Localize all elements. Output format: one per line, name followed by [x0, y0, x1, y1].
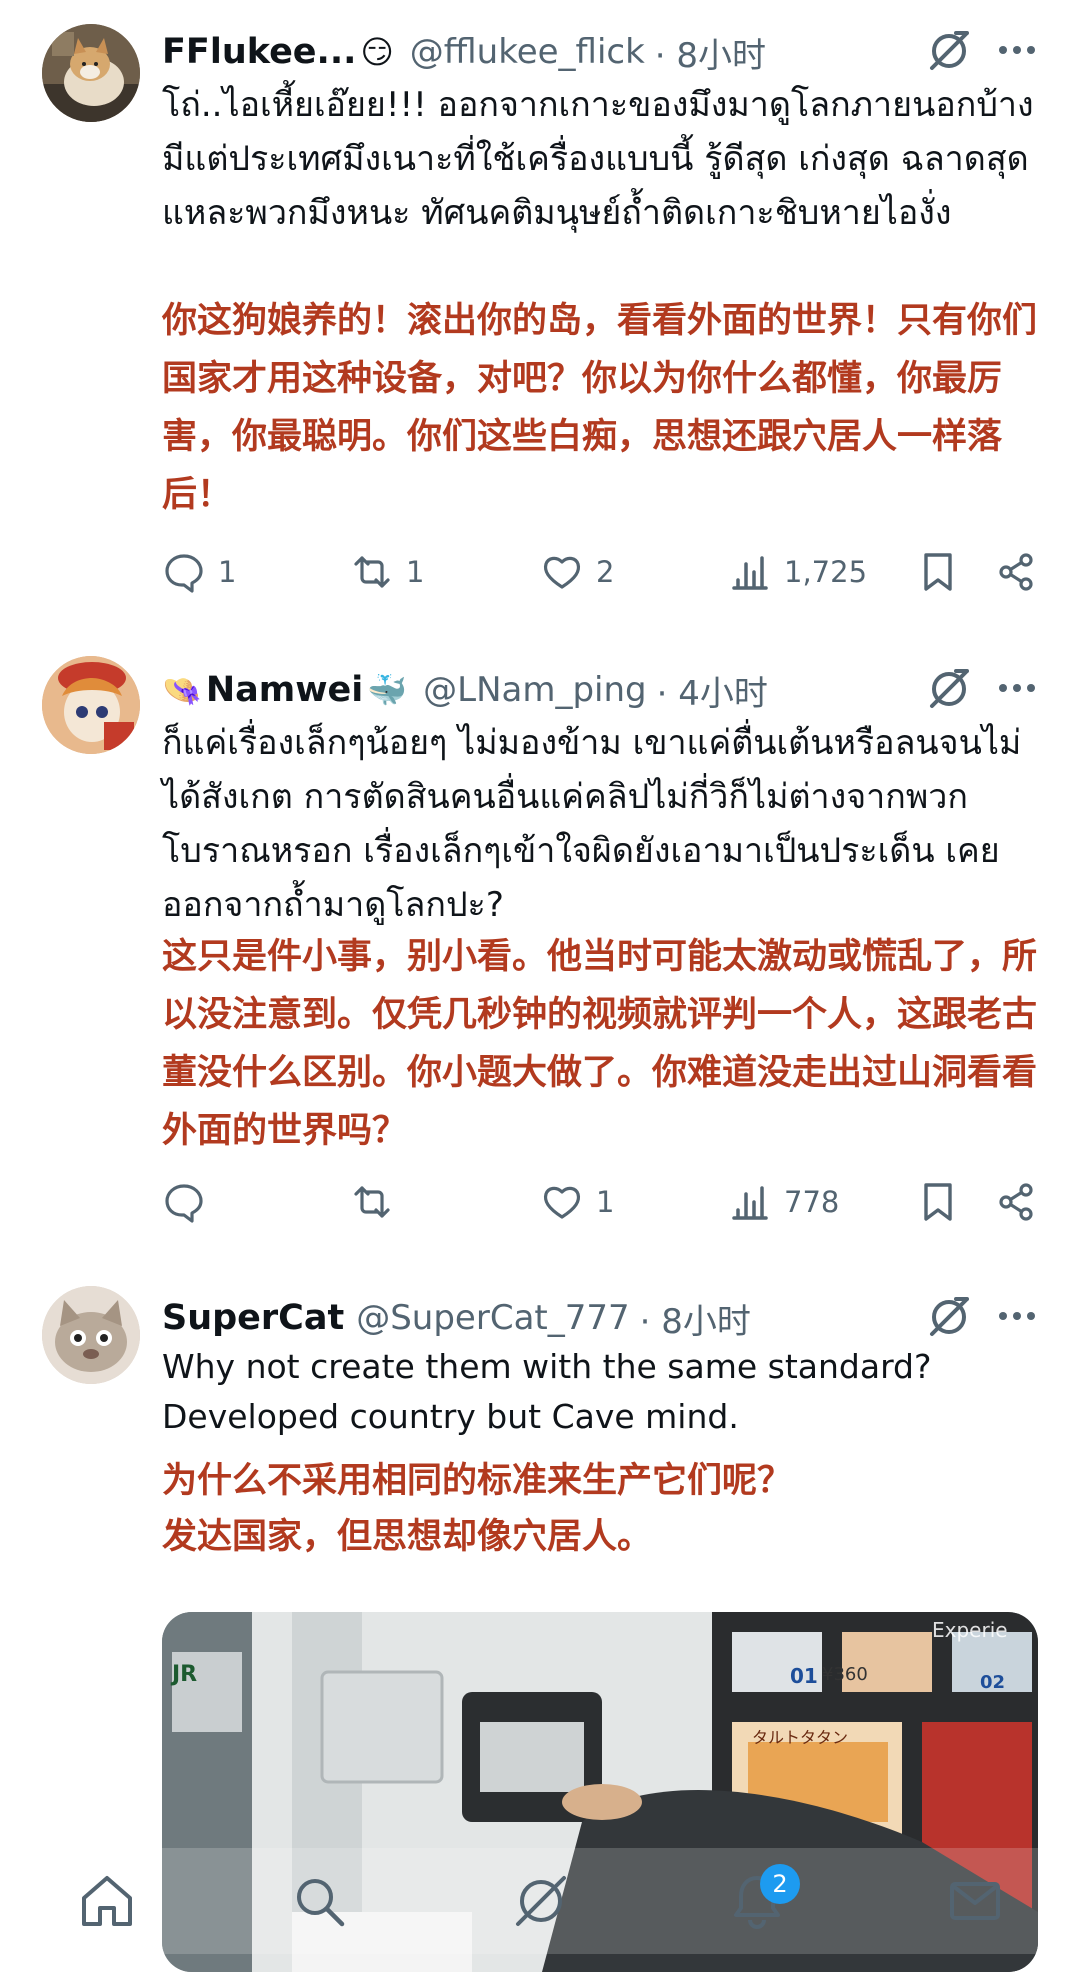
- timestamp[interactable]: · 8小时: [655, 28, 766, 77]
- post-text: โถ่..ไอเหี้ยเอ๊ยย!!! ออกจากเกาะของมึงมาด…: [162, 85, 1034, 233]
- bookmark-button[interactable]: [916, 542, 960, 602]
- mail-icon[interactable]: [944, 1870, 1006, 1932]
- repost-button[interactable]: [350, 1172, 406, 1232]
- translation-line-1: 为什么不采用相同的标准来生产它们呢？: [162, 1461, 793, 1501]
- display-name[interactable]: Namwei: [206, 670, 363, 710]
- grok-icon[interactable]: [926, 1294, 972, 1340]
- action-bar: 1 1 2 1,725: [0, 542, 1080, 602]
- share-icon: [999, 553, 1033, 591]
- post-text: ก็แค่เรื่องเล็กๆน้อยๆ ไม่มองข้าม เขาแค่ต…: [162, 723, 1022, 925]
- media-jr-label: JR: [172, 1662, 198, 1687]
- views-button[interactable]: 1,725: [728, 542, 867, 602]
- bookmark-icon: [924, 553, 952, 591]
- avatar[interactable]: [42, 24, 140, 122]
- bookmark-button[interactable]: [916, 1172, 960, 1232]
- display-name[interactable]: FFlukee...: [162, 32, 356, 72]
- home-icon[interactable]: [76, 1870, 138, 1932]
- search-icon[interactable]: [288, 1870, 350, 1932]
- bookmark-icon: [924, 1183, 952, 1221]
- display-name[interactable]: SuperCat: [162, 1298, 344, 1338]
- anime-avatar: [42, 656, 140, 754]
- post-1[interactable]: FFlukee... 😏 @fflukee_flick · 8小时 โถ่..ไ…: [0, 20, 1080, 515]
- more-icon[interactable]: [992, 32, 1042, 68]
- handle[interactable]: @SuperCat_777: [356, 1298, 629, 1338]
- translation-text: 这只是件小事，别小看。他当时可能太激动或慌乱了，所以没注意到。仅凭几秒钟的视频就…: [162, 937, 1038, 1151]
- like-count: 2: [596, 555, 615, 589]
- more-icon[interactable]: [992, 670, 1042, 706]
- post-2[interactable]: 👒 Namwei 🐳 @LNam_ping · 4小时 ก็แค่เรื่องเ…: [0, 656, 1080, 1151]
- cat-face-avatar: [42, 1286, 140, 1384]
- action-bar: 1 778: [0, 1172, 1080, 1232]
- like-button[interactable]: 2: [540, 542, 614, 602]
- translation-text: 你这狗娘养的！滚出你的岛，看看外面的世界！只有你们国家才用这种设备，对吧？你以为…: [162, 301, 1038, 515]
- avatar[interactable]: [42, 656, 140, 754]
- views-chart-icon: [732, 1186, 768, 1220]
- handle[interactable]: @LNam_ping: [423, 670, 647, 710]
- bottom-nav: [0, 1848, 1080, 1954]
- grok-icon[interactable]: [510, 1870, 572, 1932]
- like-count: 1: [596, 1185, 615, 1219]
- smirk-emoji: 😏: [360, 33, 394, 71]
- translation-line-2: 发达国家，但思想却像穴居人。: [162, 1517, 653, 1557]
- views-chart-icon: [732, 556, 768, 590]
- post-text: Why not create them with the same standa…: [162, 1347, 932, 1436]
- timestamp[interactable]: · 4小时: [657, 666, 768, 715]
- post-3[interactable]: SuperCat @SuperCat_777 · 8小时 Why not cre…: [0, 1286, 1080, 1586]
- views-button[interactable]: 778: [728, 1172, 839, 1232]
- timestamp[interactable]: · 8小时: [640, 1294, 751, 1343]
- reply-count: 1: [218, 555, 237, 589]
- share-icon: [999, 1183, 1033, 1221]
- reply-button[interactable]: [162, 1172, 218, 1232]
- reply-icon: [165, 1184, 203, 1223]
- handle[interactable]: @fflukee_flick: [410, 32, 645, 72]
- media-slot-02: 02: [980, 1672, 1006, 1693]
- like-button[interactable]: 1: [540, 1172, 614, 1232]
- heart-icon: [543, 556, 581, 589]
- media-price-1: ¥360: [822, 1664, 868, 1685]
- share-button[interactable]: [994, 1172, 1038, 1232]
- grok-icon[interactable]: [926, 666, 972, 712]
- share-button[interactable]: [994, 542, 1038, 602]
- notification-badge: 2: [760, 1864, 800, 1904]
- repost-count: 1: [406, 555, 425, 589]
- avatar[interactable]: [42, 1286, 140, 1384]
- heart-icon: [543, 1186, 581, 1219]
- reply-icon: [165, 554, 203, 593]
- reply-button[interactable]: 1: [162, 542, 236, 602]
- repost-icon: [354, 1186, 390, 1218]
- whale-emoji: 🐳: [367, 671, 408, 709]
- media-slot-01: 01: [790, 1664, 818, 1688]
- straw-hat-emoji: 👒: [162, 671, 202, 709]
- repost-button[interactable]: 1: [350, 542, 424, 602]
- repost-icon: [354, 556, 390, 588]
- media-watermark: Experie: [932, 1618, 1008, 1642]
- cat-photo-avatar: [42, 24, 140, 122]
- view-count: 1,725: [784, 555, 868, 589]
- view-count: 778: [784, 1185, 840, 1219]
- grok-icon[interactable]: [926, 28, 972, 74]
- more-icon[interactable]: [992, 1298, 1042, 1334]
- media-product-label: タルトタタン: [752, 1728, 849, 1747]
